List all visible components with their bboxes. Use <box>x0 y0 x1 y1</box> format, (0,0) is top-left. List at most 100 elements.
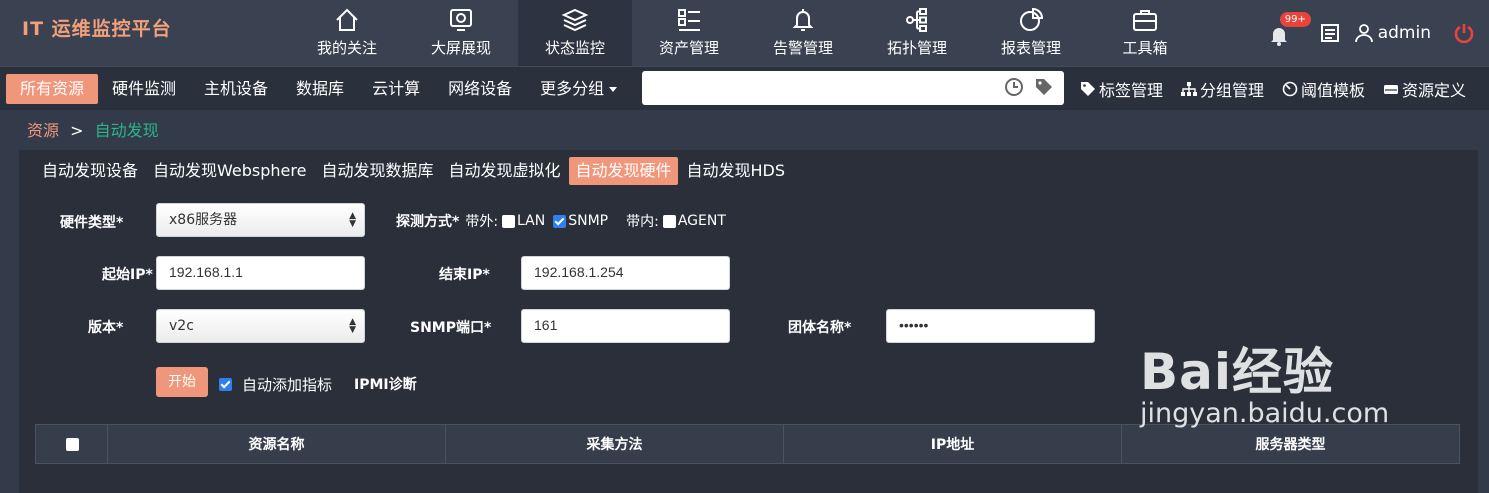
nav-label: 工具箱 <box>1122 39 1168 57</box>
tab-more-groups[interactable]: 更多分组 <box>526 74 632 104</box>
topology-icon <box>906 8 927 32</box>
col-server-type[interactable]: 服务器类型 <box>1122 425 1459 463</box>
nav-label: 状态监控 <box>544 39 605 57</box>
watermark: Bai经验 jingyan.baidu.com <box>1140 332 1389 429</box>
top-right-area: 99+ admin <box>1268 0 1475 66</box>
username: admin <box>1377 23 1431 43</box>
nav-label: 拓扑管理 <box>886 39 947 57</box>
hw-type-select[interactable]: x86服务器 ▲ ▼ <box>156 203 365 237</box>
tag-icon <box>1081 82 1095 96</box>
hw-type-value: x86服务器 <box>169 212 238 228</box>
snmp-label: SNMP <box>568 213 609 229</box>
tab-discover-hardware[interactable]: 自动发现硬件 <box>569 157 678 185</box>
start-button[interactable]: 开始 <box>156 367 208 397</box>
nav-my-follow[interactable]: 我的关注 <box>290 0 404 66</box>
caret-down-icon <box>609 87 618 92</box>
tab-all-resources[interactable]: 所有资源 <box>6 74 99 104</box>
agent-checkbox[interactable] <box>662 214 676 228</box>
tag-management-button[interactable]: 标签管理 <box>1080 77 1163 101</box>
tab-discover-websphere[interactable]: 自动发现Websphere <box>147 157 312 185</box>
hdd-icon <box>1384 85 1399 94</box>
notepad-icon <box>1320 24 1339 42</box>
col-collect-method[interactable]: 采集方法 <box>446 425 784 463</box>
nav-label: 资产管理 <box>658 39 719 57</box>
nav-toolbox[interactable]: 工具箱 <box>1088 0 1202 66</box>
end-ip-label: 结束IP* <box>439 267 490 283</box>
toolbar: 标签管理 分组管理 阈值模板 资源定义 <box>1080 77 1484 101</box>
start-ip-field[interactable] <box>156 256 365 290</box>
tab-hardware[interactable]: 硬件监测 <box>98 74 190 104</box>
user-icon <box>1354 24 1373 43</box>
ipmi-diagnose-link[interactable]: IPMI诊断 <box>354 374 417 394</box>
list-icon <box>678 9 700 31</box>
end-ip-field[interactable] <box>521 256 730 290</box>
nav-alarm-mgmt[interactable]: 告警管理 <box>746 0 860 66</box>
nav-label: 我的关注 <box>316 39 377 57</box>
gauge-icon <box>1282 81 1298 97</box>
snmp-checkbox[interactable] <box>553 214 567 228</box>
agent-label: AGENT <box>677 213 726 229</box>
lan-label: LAN <box>517 213 546 229</box>
notification-bell[interactable]: 99+ <box>1268 12 1311 48</box>
breadcrumb-root-link[interactable]: 资源 <box>27 121 59 140</box>
lan-checkbox[interactable] <box>502 214 516 228</box>
community-input[interactable] <box>899 310 1094 340</box>
nav-topology-mgmt[interactable]: 拓扑管理 <box>860 0 974 66</box>
tab-network[interactable]: 网络设备 <box>434 74 526 104</box>
user-menu[interactable]: admin <box>1354 23 1453 43</box>
auto-add-label: 自动添加指标 <box>242 376 333 394</box>
nav-label: 告警管理 <box>772 39 833 57</box>
resource-tabs: 所有资源 硬件监测 主机设备 数据库 云计算 网络设备 更多分组 <box>6 74 632 104</box>
tab-more-label: 更多分组 <box>540 79 605 98</box>
tool-label: 资源定义 <box>1402 81 1467 100</box>
col-resource-name[interactable]: 资源名称 <box>108 425 446 463</box>
clock-icon[interactable] <box>1004 77 1024 97</box>
watermark-sub: jingyan.baidu.com <box>1140 398 1390 429</box>
select-all-checkbox[interactable] <box>66 437 79 451</box>
group-management-button[interactable]: 分组管理 <box>1181 77 1264 101</box>
community-field[interactable] <box>886 309 1095 343</box>
main-nav: 我的关注 大屏展现 状态监控 资产管理 告警管理 拓扑管理 报表管理 工具箱 <box>290 0 1202 66</box>
home-icon <box>336 8 358 31</box>
notepad-button[interactable] <box>1320 23 1340 43</box>
col-ip-address[interactable]: IP地址 <box>784 425 1122 463</box>
nav-big-screen[interactable]: 大屏展现 <box>404 0 518 66</box>
outband-label: 带外: <box>465 214 499 230</box>
tag-icon[interactable] <box>1034 77 1054 97</box>
snmp-port-input[interactable] <box>534 310 729 340</box>
tab-database[interactable]: 数据库 <box>282 74 358 104</box>
logout-button[interactable] <box>1453 22 1475 44</box>
nav-label: 报表管理 <box>1000 39 1061 57</box>
select-arrows-icon: ▲ ▼ <box>349 211 356 229</box>
snmp-port-field[interactable] <box>521 309 730 343</box>
tab-discover-device[interactable]: 自动发现设备 <box>37 157 144 185</box>
resource-definition-button[interactable]: 资源定义 <box>1383 77 1466 101</box>
nav-report-mgmt[interactable]: 报表管理 <box>974 0 1088 66</box>
results-table-header: 资源名称 采集方法 IP地址 服务器类型 <box>35 424 1460 464</box>
pie-chart-icon <box>1020 7 1044 31</box>
end-ip-input[interactable] <box>534 257 729 287</box>
discovery-tabs: 自动发现设备 自动发现Websphere 自动发现数据库 自动发现虚拟化 自动发… <box>37 157 794 185</box>
tool-label: 分组管理 <box>1200 81 1265 100</box>
version-select[interactable]: v2c ▲ ▼ <box>156 309 365 343</box>
nav-status-monitor[interactable]: 状态监控 <box>518 0 632 66</box>
search-input[interactable] <box>650 71 1000 103</box>
tab-discover-hds[interactable]: 自动发现HDS <box>681 157 792 185</box>
auto-add-checkbox[interactable] <box>219 378 232 391</box>
tab-discover-virtualization[interactable]: 自动发现虚拟化 <box>442 157 566 185</box>
nav-asset-mgmt[interactable]: 资产管理 <box>632 0 746 66</box>
tab-host[interactable]: 主机设备 <box>190 74 282 104</box>
toolbox-icon <box>1133 10 1157 31</box>
breadcrumb-current: 自动发现 <box>94 121 159 140</box>
resource-group-bar: 所有资源 硬件监测 主机设备 数据库 云计算 网络设备 更多分组 标签管理 分组… <box>0 66 1489 110</box>
tool-label: 标签管理 <box>1099 81 1164 100</box>
threshold-template-button[interactable]: 阈值模板 <box>1282 77 1365 101</box>
tab-cloud[interactable]: 云计算 <box>358 74 434 104</box>
tool-label: 阈值模板 <box>1301 81 1366 100</box>
layers-icon <box>561 8 589 32</box>
start-ip-input[interactable] <box>169 257 364 287</box>
version-label: 版本* <box>88 320 124 336</box>
nav-label: 大屏展现 <box>430 39 491 57</box>
breadcrumb-separator: > <box>70 121 84 140</box>
tab-discover-database[interactable]: 自动发现数据库 <box>315 157 439 185</box>
